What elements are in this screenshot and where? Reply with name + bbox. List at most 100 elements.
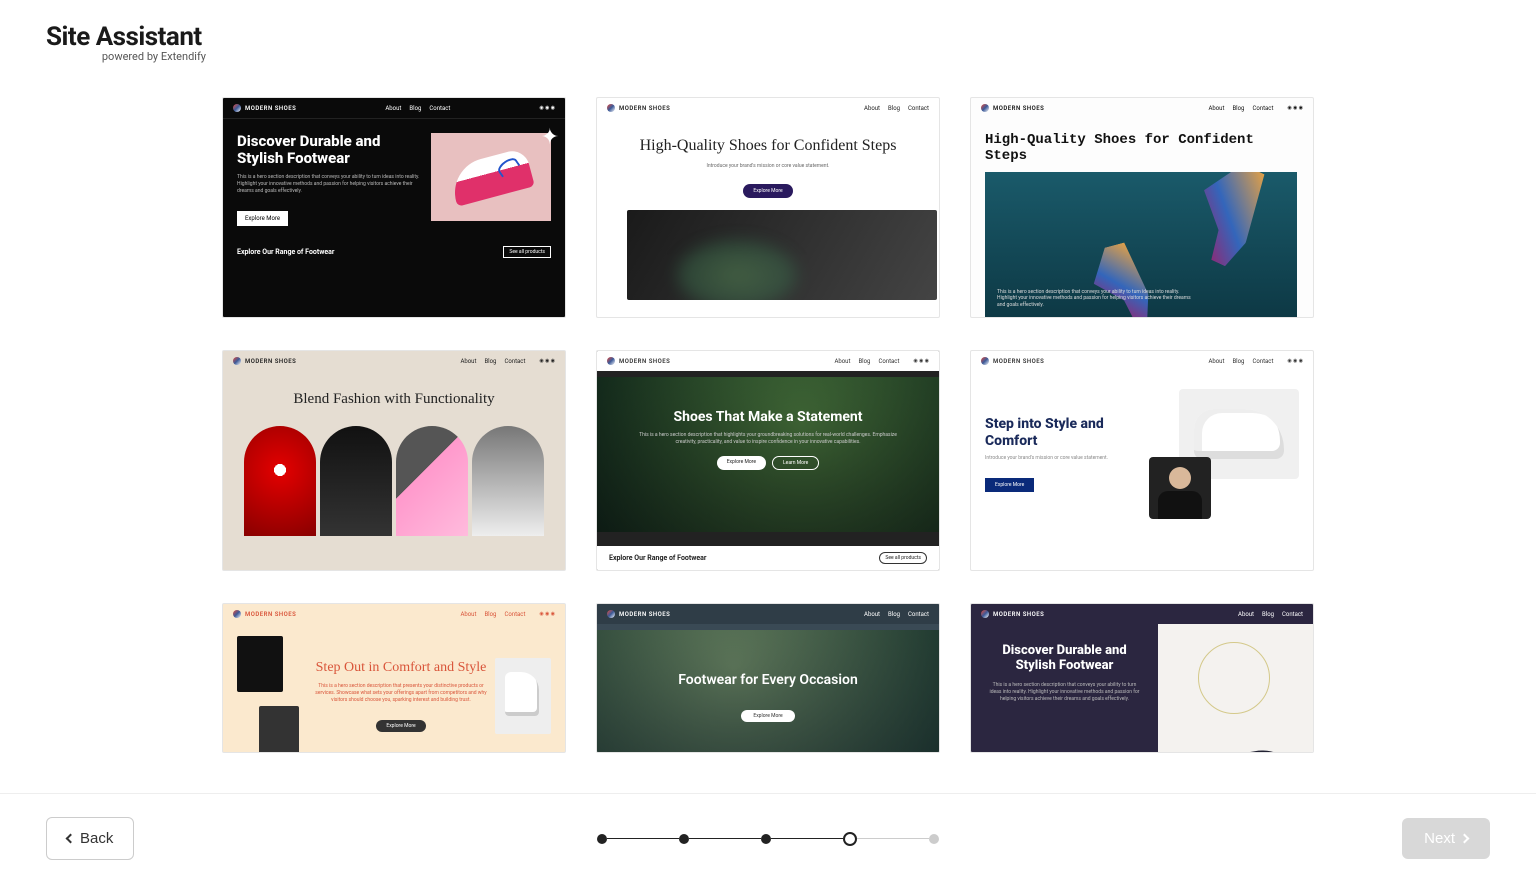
nav-contact: Contact <box>1252 105 1273 112</box>
nav-contact: Contact <box>1252 358 1273 365</box>
preview-cta: Explore More <box>376 720 425 732</box>
next-label: Next <box>1424 830 1455 847</box>
preview-brand: MODERN SHOES <box>619 358 670 365</box>
preview-headline: Discover Durable and Stylish Footwear <box>237 133 425 168</box>
logo-icon <box>607 104 615 112</box>
app-title: Site Assistant <box>46 22 1490 52</box>
preview-brand: MODERN SHOES <box>245 611 296 618</box>
step-dot-3 <box>761 834 771 844</box>
nav-blog: Blog <box>484 611 496 618</box>
template-card-7[interactable]: MODERN SHOES About Blog Contact ◉ ◉ ◉ Step… <box>222 603 566 753</box>
nav-contact: Contact <box>908 611 929 618</box>
preview-footer-title: Explore Our Range of Footwear <box>237 248 334 256</box>
step-dot-1 <box>597 834 607 844</box>
preview-image <box>1158 624 1313 753</box>
nav-blog: Blog <box>484 358 496 365</box>
nav-about: About <box>834 358 850 365</box>
template-card-8[interactable]: MODERN SHOES About Blog Contact Footwear f… <box>596 603 940 753</box>
nav-blog: Blog <box>1232 358 1244 365</box>
preview-overlay: This is a hero section description that … <box>997 289 1197 309</box>
social-icons: ◉ ◉ ◉ <box>539 358 555 364</box>
preview-cta: Explore More <box>237 211 288 226</box>
preview-images <box>1149 389 1299 519</box>
preview-headline: High-Quality Shoes for Confident Steps <box>627 136 909 155</box>
nav-about: About <box>460 358 476 365</box>
logo-icon <box>233 104 241 112</box>
nav-contact: Contact <box>908 105 929 112</box>
preview-headline: High-Quality Shoes for Confident Steps <box>985 132 1299 164</box>
preview-desc: This is a hero section description that … <box>237 174 425 195</box>
progress-stepper <box>597 832 939 846</box>
nav-about: About <box>1208 358 1224 365</box>
nav-about: About <box>1238 611 1254 618</box>
chevron-right-icon <box>1460 834 1470 844</box>
nav-blog: Blog <box>1232 105 1244 112</box>
preview-headline: Discover Durable and Stylish Footwear <box>987 644 1142 674</box>
nav-about: About <box>864 611 880 618</box>
next-button[interactable]: Next <box>1402 818 1490 859</box>
preview-images-left <box>237 636 307 753</box>
social-icons: ◉ ◉ ◉ <box>913 358 929 364</box>
step-dot-5 <box>929 834 939 844</box>
preview-desc: This is a hero section description that … <box>315 683 487 704</box>
template-card-1[interactable]: MODERN SHOES About Blog Contact ◉ ◉ ◉ Disc… <box>222 97 566 318</box>
preview-headline: Step into Style and Comfort <box>985 416 1137 448</box>
preview-brand: MODERN SHOES <box>245 358 296 365</box>
preview-brand: MODERN SHOES <box>993 358 1044 365</box>
preview-brand: MODERN SHOES <box>245 105 296 112</box>
nav-contact: Contact <box>504 358 525 365</box>
preview-cta: Explore More <box>741 710 794 722</box>
nav-blog: Blog <box>888 105 900 112</box>
preview-image: This is a hero section description that … <box>985 172 1297 318</box>
nav-blog: Blog <box>1262 611 1274 618</box>
preview-headline: Step Out in Comfort and Style <box>315 660 487 676</box>
logo-icon <box>981 104 989 112</box>
social-icons: ◉ ◉ ◉ <box>539 105 555 111</box>
template-card-2[interactable]: MODERN SHOES AboutBlogContact High-Quali… <box>596 97 940 318</box>
preview-image <box>627 210 937 300</box>
preview-desc: Introduce your brand's mission or core v… <box>985 455 1137 461</box>
back-button[interactable]: Back <box>46 817 134 860</box>
preview-cta: Explore More <box>985 478 1034 492</box>
nav-about: About <box>1208 105 1224 112</box>
logo-icon <box>981 357 989 365</box>
nav-about: About <box>385 105 401 112</box>
preview-footer-cta: See all products <box>503 246 551 258</box>
template-card-5[interactable]: MODERN SHOES AboutBlogContact ◉ ◉ ◉ Shoe… <box>596 350 940 571</box>
step-dot-4-current <box>843 832 857 846</box>
preview-brand: MODERN SHOES <box>993 611 1044 618</box>
back-label: Back <box>80 830 113 847</box>
logo-icon <box>981 610 989 618</box>
preview-brand: MODERN SHOES <box>619 611 670 618</box>
preview-footer-cta: See all products <box>879 552 927 564</box>
preview-cta-primary: Explore More <box>717 456 766 470</box>
nav-contact: Contact <box>878 358 899 365</box>
nav-blog: Blog <box>409 105 421 112</box>
logo-icon <box>233 610 241 618</box>
logo-icon <box>607 610 615 618</box>
nav-contact: Contact <box>429 105 450 112</box>
social-icons: ◉ ◉ ◉ <box>1287 105 1303 111</box>
social-icons: ◉ ◉ ◉ <box>1287 358 1303 364</box>
template-card-4[interactable]: MODERN SHOES About Blog Contact ◉ ◉ ◉ Blen… <box>222 350 566 571</box>
preview-desc: This is a hero section description that … <box>637 432 899 446</box>
app-header: Site Assistant powered by Extendify <box>0 0 1536 73</box>
nav-contact: Contact <box>1282 611 1303 618</box>
logo-icon <box>607 357 615 365</box>
template-card-9[interactable]: MODERN SHOES About Blog Contact Discover D… <box>970 603 1314 753</box>
nav-about: About <box>460 611 476 618</box>
template-grid: MODERN SHOES About Blog Contact ◉ ◉ ◉ Disc… <box>0 73 1536 753</box>
preview-headline: Shoes That Make a Statement <box>637 409 899 426</box>
preview-headline: Blend Fashion with Functionality <box>237 391 551 408</box>
nav-about: About <box>864 105 880 112</box>
preview-cta-secondary: Learn More <box>772 456 819 470</box>
template-card-3[interactable]: MODERN SHOES AboutBlogContact ◉ ◉ ◉ High… <box>970 97 1314 318</box>
nav-blog: Blog <box>888 611 900 618</box>
preview-footer-title: Explore Our Range of Footwear <box>609 554 706 562</box>
social-icons: ◉ ◉ ◉ <box>539 611 555 617</box>
preview-headline: Footwear for Every Occasion <box>637 672 899 688</box>
nav-contact: Contact <box>504 611 525 618</box>
preview-image-right <box>495 658 551 734</box>
preview-cta: Explore More <box>743 184 792 198</box>
template-card-6[interactable]: MODERN SHOES About Blog Contact ◉ ◉ ◉ Step… <box>970 350 1314 571</box>
